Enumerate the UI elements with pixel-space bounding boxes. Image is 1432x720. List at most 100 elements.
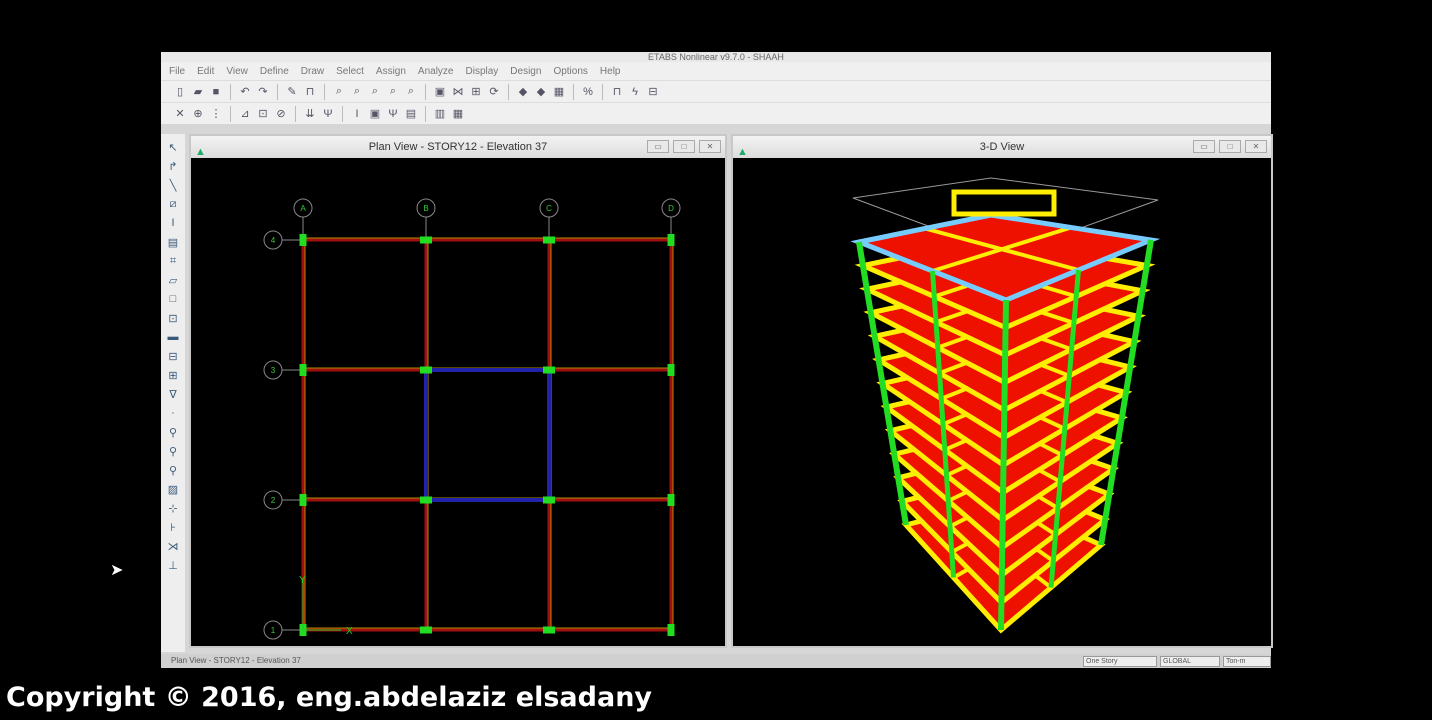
minimize-button[interactable]: ▭ [1193,140,1215,153]
column [667,234,675,246]
zoom-fit-icon[interactable]: ⌕ [386,85,400,99]
maximize-button[interactable]: □ [673,140,695,153]
lightning-icon[interactable]: ϟ [628,85,642,99]
maximize-button[interactable]: □ [1219,140,1241,153]
zoom-in-icon[interactable]: ⌕ [350,85,364,99]
menu-assign[interactable]: Assign [376,66,406,77]
close-button[interactable]: ✕ [1245,140,1267,153]
status-text: Plan View - STORY12 - Elevation 37 [171,656,301,665]
pencil-icon[interactable]: ✎ [285,85,299,99]
menu-options[interactable]: Options [553,66,587,77]
save-icon[interactable]: ■ [209,85,223,99]
wall-icon[interactable]: ▤ [404,107,418,121]
mouse-cursor-icon: ➤ [110,562,124,579]
zoom-out-icon[interactable]: ⌕ [368,85,382,99]
menu-help[interactable]: Help [600,66,621,77]
joint-icon[interactable]: ⊘ [274,107,288,121]
frame-icon[interactable]: ⊓ [610,85,624,99]
column [420,366,432,374]
elevation-view-icon[interactable]: ⊞ [469,85,483,99]
deck-icon[interactable]: ▣ [368,107,382,121]
column [299,364,307,376]
release-icon[interactable]: ⊡ [256,107,270,121]
menu-select[interactable]: Select [336,66,364,77]
minimize-button[interactable]: ▭ [647,140,669,153]
etabs-window: ETABS Nonlinear v9.7.0 - SHAAH File Edit V… [161,52,1273,668]
zoom-prev-icon[interactable]: ⌕ [404,85,418,99]
window-icon: ▲ [195,146,206,158]
toolbar-main: ▯ ▰ ■ ↶ ↷ ✎ ⊓ ⌕ ⌕ ⌕ ⌕ ⌕ ▣ ⋈ ⊞ ⟳ ◆ ◆ ▦ % ⊓ ϟ ⊟ [161,80,1271,102]
rotate-icon[interactable]: ⟳ [487,85,501,99]
menu-view[interactable]: View [226,66,248,77]
close-button[interactable]: ✕ [699,140,721,153]
plan-view-icon[interactable]: ⋈ [451,85,465,99]
menu-edit[interactable]: Edit [197,66,214,77]
draw-grid-icon[interactable]: ⊞ [166,368,180,382]
open-icon[interactable]: ▰ [191,85,205,99]
app-title: ETABS Nonlinear v9.7.0 - SHAAH [161,52,1271,62]
draw-area-icon[interactable]: ▱ [166,273,180,287]
menu-draw[interactable]: Draw [301,66,324,77]
menu-file[interactable]: File [169,66,185,77]
3d-canvas[interactable] [733,158,1273,646]
menu-analyze[interactable]: Analyze [418,66,454,77]
draw-beam-icon[interactable]: ▤ [166,235,180,249]
draw-brace-icon[interactable]: ⧄ [166,197,180,211]
beam-icon[interactable]: I [350,107,364,121]
snap-end-icon[interactable]: ⊦ [166,520,180,534]
design-icon[interactable]: ▥ [433,107,447,121]
draw-click-area-icon[interactable]: ⊡ [166,311,180,325]
plan-view-window[interactable]: ▲ Plan View - STORY12 - Elevation 37 ▭ □ ✕ … [189,134,727,648]
snap-point-icon[interactable]: ⊹ [166,501,180,515]
coord-system-select[interactable]: GLOBAL [1160,656,1220,667]
draw-secondary-icon[interactable]: ⌗ [166,254,180,268]
redo-icon[interactable]: ↷ [256,85,270,99]
object-shrink-icon[interactable]: ▦ [552,85,566,99]
undo-icon[interactable]: ↶ [238,85,252,99]
story-mode-select[interactable]: One Story [1083,656,1157,667]
snap-perp-icon[interactable]: ⊥ [166,558,180,572]
draw-column-icon[interactable]: I [166,216,180,230]
display-icon[interactable]: ⊟ [646,85,660,99]
column [420,496,432,504]
section-icon[interactable]: Ψ [321,107,335,121]
reshape-icon[interactable]: ↱ [166,159,180,173]
snap-icon[interactable]: ⊕ [191,107,205,121]
reference-icon[interactable]: ▨ [166,482,180,496]
lock-icon[interactable]: ⊓ [303,85,317,99]
up-icon[interactable]: ◆ [516,85,530,99]
check-icon[interactable]: ▦ [451,107,465,121]
3d-view-icon[interactable]: ▣ [433,85,447,99]
menu-design[interactable]: Design [510,66,541,77]
pointer-icon[interactable]: ↖ [166,140,180,154]
draw-opening-icon[interactable]: ⊟ [166,349,180,363]
select-cross-icon[interactable]: ✕ [173,107,187,121]
snap-intersect-icon[interactable]: ⋊ [166,539,180,553]
dimension-icon[interactable]: · [166,406,180,420]
pier-icon[interactable]: Ψ [386,107,400,121]
link-icon[interactable]: ⚲ [166,425,180,439]
assign-icon[interactable]: ⊿ [238,107,252,121]
new-icon[interactable]: ▯ [173,85,187,99]
snap-mid-icon[interactable]: ⋮ [209,107,223,121]
plan-view-title: Plan View - STORY12 - Elevation 37 [368,141,548,153]
menu-display[interactable]: Display [466,66,499,77]
down-icon[interactable]: ◆ [534,85,548,99]
draw-line-icon[interactable]: ╲ [166,178,180,192]
load-icon[interactable]: ⇊ [303,107,317,121]
units-select[interactable]: Ton-m [1223,656,1271,667]
grid-label-y: 3 [271,366,276,375]
plan-canvas[interactable]: A B C D 4 3 2 1 Y X [191,158,725,646]
draw-rect-icon[interactable]: □ [166,292,180,306]
3d-view-window[interactable]: ▲ 3-D View ▭ □ ✕ [731,134,1273,648]
percent-icon[interactable]: % [581,85,595,99]
stair-core-beams [951,189,1057,217]
draw-toolbar: ↖ ↱ ╲ ⧄ I ▤ ⌗ ▱ □ ⊡ ▬ ⊟ ⊞ ∇ · ⚲ ⚲ ⚲ ▨ ⊹ ⊦ ⋊ ⊥ [161,134,185,652]
draw-wall-icon[interactable]: ▬ [166,330,180,344]
menu-define[interactable]: Define [260,66,289,77]
link3-icon[interactable]: ⚲ [166,463,180,477]
draw-support-icon[interactable]: ∇ [166,387,180,401]
zoom-window-icon[interactable]: ⌕ [332,85,346,99]
link2-icon[interactable]: ⚲ [166,444,180,458]
grid-label-x: D [668,204,674,213]
